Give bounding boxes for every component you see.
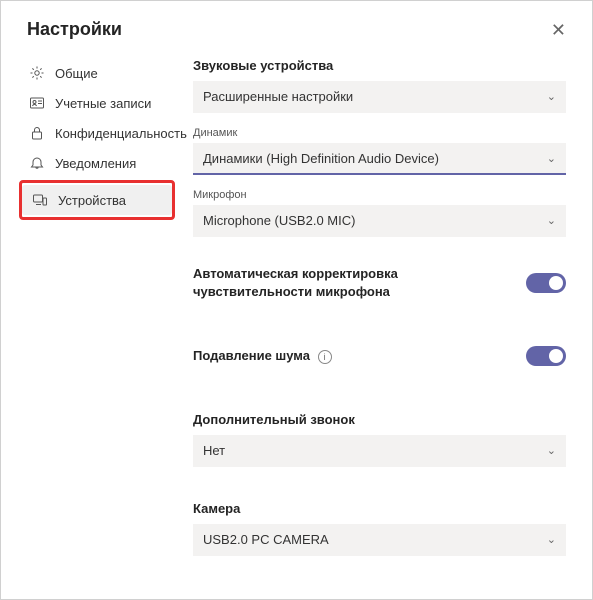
devices-icon [32,192,48,208]
close-icon: ✕ [551,20,566,40]
select-value: Нет [203,443,225,458]
secondary-ringer-select[interactable]: Нет ⌄ [193,435,566,467]
select-value: Microphone (USB2.0 MIC) [203,213,355,228]
close-button[interactable]: ✕ [551,21,566,39]
sidebar-item-label: Конфиденциальность [55,126,187,141]
dialog-header: Настройки ✕ [1,1,592,54]
sidebar-item-devices[interactable]: Устройства [22,185,172,215]
audio-devices-select[interactable]: Расширенные настройки ⌄ [193,81,566,113]
lock-icon [29,125,45,141]
mic-label: Микрофон [193,189,566,201]
sidebar-item-label: Общие [55,66,98,81]
secondary-ringer-title: Дополнительный звонок [193,412,566,427]
bell-icon [29,155,45,171]
camera-title: Камера [193,501,566,516]
dialog-body: Общие Учетные записи Конфиденциальность … [1,54,592,556]
gear-icon [29,65,45,81]
highlight-box: Устройства [19,180,175,220]
chevron-down-icon: ⌄ [547,214,556,227]
select-value: Расширенные настройки [203,89,353,104]
select-value: USB2.0 PC CAMERA [203,532,329,547]
noise-suppress-label: Подавление шума i [193,347,332,365]
speaker-label: Динамик [193,127,566,139]
camera-select[interactable]: USB2.0 PC CAMERA ⌄ [193,524,566,556]
chevron-down-icon: ⌄ [547,533,556,546]
sidebar-item-label: Уведомления [55,156,136,171]
sidebar-item-label: Учетные записи [55,96,151,111]
audio-devices-title: Звуковые устройства [193,58,566,73]
mic-select[interactable]: Microphone (USB2.0 MIC) ⌄ [193,205,566,237]
dialog-title: Настройки [27,19,122,40]
id-card-icon [29,95,45,111]
info-icon[interactable]: i [318,350,332,364]
chevron-down-icon: ⌄ [547,152,556,165]
auto-gain-toggle[interactable] [526,273,566,293]
chevron-down-icon: ⌄ [547,444,556,457]
noise-suppress-row: Подавление шума i [193,346,566,366]
sidebar-item-notifications[interactable]: Уведомления [19,148,175,178]
sidebar-item-privacy[interactable]: Конфиденциальность [19,118,175,148]
sidebar-item-label: Устройства [58,193,126,208]
sidebar: Общие Учетные записи Конфиденциальность … [19,54,175,556]
speaker-select[interactable]: Динамики (High Definition Audio Device) … [193,143,566,175]
chevron-down-icon: ⌄ [547,90,556,103]
auto-gain-label: Автоматическая корректировка чувствитель… [193,265,514,300]
select-value: Динамики (High Definition Audio Device) [203,151,439,166]
noise-suppress-toggle[interactable] [526,346,566,366]
sidebar-item-accounts[interactable]: Учетные записи [19,88,175,118]
auto-gain-row: Автоматическая корректировка чувствитель… [193,265,566,300]
main-panel: Звуковые устройства Расширенные настройк… [175,54,582,556]
sidebar-item-general[interactable]: Общие [19,58,175,88]
